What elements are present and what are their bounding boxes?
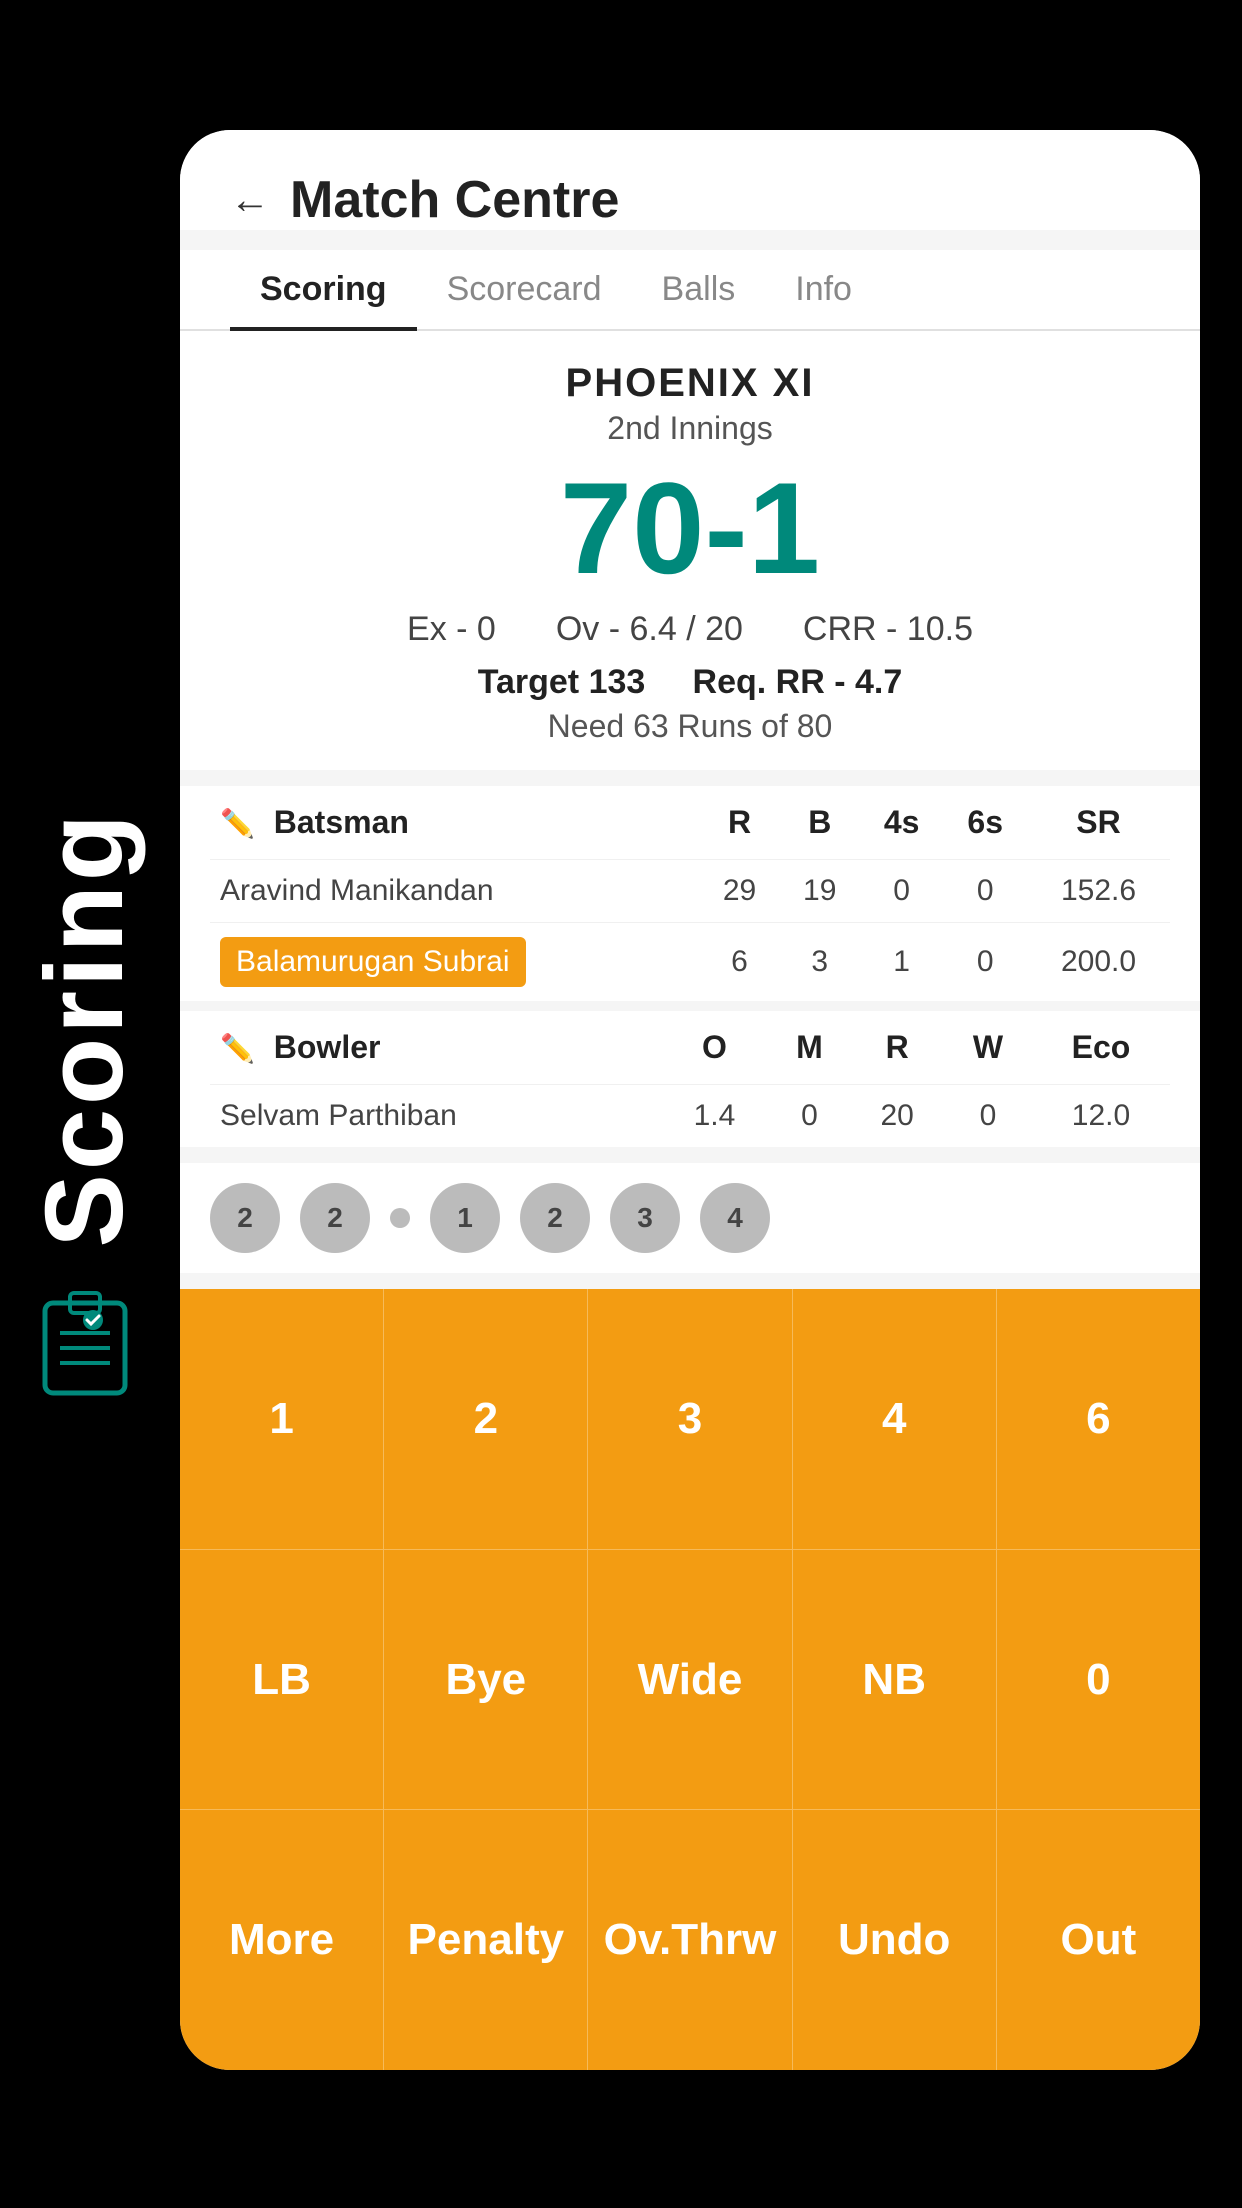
bowler-1-o: 1.4 bbox=[660, 1085, 768, 1148]
score-btn-2[interactable]: 2 bbox=[384, 1289, 588, 1549]
score-btn-lb[interactable]: LB bbox=[180, 1550, 384, 1810]
batsman-1-b: 19 bbox=[780, 860, 860, 923]
bowler-1-r: 20 bbox=[850, 1085, 944, 1148]
score-btn-6[interactable]: 6 bbox=[997, 1289, 1200, 1549]
score-btn-0[interactable]: 0 bbox=[997, 1550, 1200, 1810]
scoreboard: PHOENIX XI 2nd Innings 70-1 Ex - 0 Ov - … bbox=[180, 331, 1200, 770]
batsman-1-name: Aravind Manikandan bbox=[210, 860, 699, 923]
tabs-bar: Scoring Scorecard Balls Info bbox=[180, 250, 1200, 331]
bowler-section: ✏️ Bowler O M R W Eco Selvam Parthiban 1… bbox=[180, 1011, 1200, 1147]
score-btn-1[interactable]: 1 bbox=[180, 1289, 384, 1549]
batsman-row-2: Balamurugan Subrai 6 3 1 0 200.0 bbox=[210, 923, 1170, 1002]
crr-label: CRR - 10.5 bbox=[803, 610, 973, 649]
ball-0: 2 bbox=[210, 1183, 280, 1253]
tab-balls[interactable]: Balls bbox=[632, 250, 766, 329]
ball-3: 1 bbox=[430, 1183, 500, 1253]
scoring-vertical-text: Scoring bbox=[30, 810, 140, 1248]
scoring-row-1: 1 2 3 4 6 bbox=[180, 1289, 1200, 1550]
innings-label: 2nd Innings bbox=[230, 410, 1150, 447]
batsman-1-4s: 0 bbox=[860, 860, 944, 923]
batsmen-table: ✏️ Batsman R B 4s 6s SR Aravind Manikand… bbox=[210, 786, 1170, 1001]
score-btn-out[interactable]: Out bbox=[997, 1810, 1200, 2070]
edit-bowler-icon[interactable]: ✏️ bbox=[220, 1033, 255, 1064]
batsman-header-r: R bbox=[699, 786, 779, 860]
score-btn-more[interactable]: More bbox=[180, 1810, 384, 2070]
batsman-header-b: B bbox=[780, 786, 860, 860]
bowler-1-w: 0 bbox=[944, 1085, 1032, 1148]
ball-4: 2 bbox=[520, 1183, 590, 1253]
batsman-2-4s: 1 bbox=[860, 923, 944, 1002]
need-label: Need 63 Runs of 80 bbox=[230, 708, 1150, 745]
target-label: Target 133 bbox=[478, 663, 646, 701]
batsmen-section: ✏️ Batsman R B 4s 6s SR Aravind Manikand… bbox=[180, 786, 1200, 1001]
score-btn-undo[interactable]: Undo bbox=[793, 1810, 997, 2070]
score-display: 70-1 bbox=[230, 457, 1150, 600]
score-btn-3[interactable]: 3 bbox=[588, 1289, 792, 1549]
bowler-table: ✏️ Bowler O M R W Eco Selvam Parthiban 1… bbox=[210, 1011, 1170, 1147]
tab-scoring[interactable]: Scoring bbox=[230, 250, 417, 329]
ball-tracker: 221234 bbox=[180, 1163, 1200, 1273]
batsman-2-b: 3 bbox=[780, 923, 860, 1002]
ball-separator bbox=[390, 1208, 410, 1228]
score-btn-ovthrw[interactable]: Ov.Thrw bbox=[588, 1810, 792, 2070]
bowler-header-m: M bbox=[769, 1011, 851, 1085]
bowler-1-name: Selvam Parthiban bbox=[210, 1085, 660, 1148]
ball-1: 2 bbox=[300, 1183, 370, 1253]
ball-6: 4 bbox=[700, 1183, 770, 1253]
batsman-1-r: 29 bbox=[699, 860, 779, 923]
back-button[interactable]: ← bbox=[230, 178, 270, 223]
ball-5: 3 bbox=[610, 1183, 680, 1253]
main-card: ← Match Centre Scoring Scorecard Balls I… bbox=[180, 130, 1200, 2070]
score-meta: Ex - 0 Ov - 6.4 / 20 CRR - 10.5 bbox=[230, 610, 1150, 649]
batsman-2-name: Balamurugan Subrai bbox=[210, 923, 699, 1002]
tab-scorecard[interactable]: Scorecard bbox=[417, 250, 632, 329]
batsman-2-6s: 0 bbox=[943, 923, 1027, 1002]
batsman-header-name: Batsman bbox=[274, 804, 409, 840]
bowler-header-r: R bbox=[850, 1011, 944, 1085]
bowler-1-m: 0 bbox=[769, 1085, 851, 1148]
batsman-header-4s: 4s bbox=[860, 786, 944, 860]
score-btn-4[interactable]: 4 bbox=[793, 1289, 997, 1549]
req-rr-label: Req. RR - 4.7 bbox=[693, 663, 903, 701]
extras-label: Ex - 0 bbox=[407, 610, 496, 649]
batsman-header-6s: 6s bbox=[943, 786, 1027, 860]
bowler-row-1: Selvam Parthiban 1.4 0 20 0 12.0 bbox=[210, 1085, 1170, 1148]
scoring-row-3: More Penalty Ov.Thrw Undo Out bbox=[180, 1810, 1200, 2070]
bowler-header-o: O bbox=[660, 1011, 768, 1085]
batsman-2-sr: 200.0 bbox=[1027, 923, 1170, 1002]
batsman-2-highlight-badge: Balamurugan Subrai bbox=[220, 937, 526, 987]
overs-label: Ov - 6.4 / 20 bbox=[556, 610, 743, 649]
bowler-header-name: Bowler bbox=[274, 1029, 381, 1065]
tab-info[interactable]: Info bbox=[765, 250, 882, 329]
batsman-1-6s: 0 bbox=[943, 860, 1027, 923]
batsman-row-1: Aravind Manikandan 29 19 0 0 152.6 bbox=[210, 860, 1170, 923]
header: ← Match Centre bbox=[180, 130, 1200, 230]
score-btn-bye[interactable]: Bye bbox=[384, 1550, 588, 1810]
bowler-header-w: W bbox=[944, 1011, 1032, 1085]
target-row: Target 133 Req. RR - 4.7 bbox=[230, 663, 1150, 702]
batsman-1-sr: 152.6 bbox=[1027, 860, 1170, 923]
score-btn-nb[interactable]: NB bbox=[793, 1550, 997, 1810]
edit-batsman-icon[interactable]: ✏️ bbox=[220, 808, 255, 839]
side-label: Scoring bbox=[0, 0, 170, 2208]
bowler-header-eco: Eco bbox=[1032, 1011, 1170, 1085]
page-title: Match Centre bbox=[290, 170, 619, 230]
team-name: PHOENIX XI bbox=[230, 361, 1150, 406]
clipboard-icon bbox=[35, 1288, 135, 1398]
scoring-pad: 1 2 3 4 6 LB Bye Wide NB 0 More Penalty … bbox=[180, 1289, 1200, 2070]
bowler-1-eco: 12.0 bbox=[1032, 1085, 1170, 1148]
score-btn-wide[interactable]: Wide bbox=[588, 1550, 792, 1810]
score-btn-penalty[interactable]: Penalty bbox=[384, 1810, 588, 2070]
batsman-header-sr: SR bbox=[1027, 786, 1170, 860]
scoring-row-2: LB Bye Wide NB 0 bbox=[180, 1550, 1200, 1811]
batsman-2-r: 6 bbox=[699, 923, 779, 1002]
